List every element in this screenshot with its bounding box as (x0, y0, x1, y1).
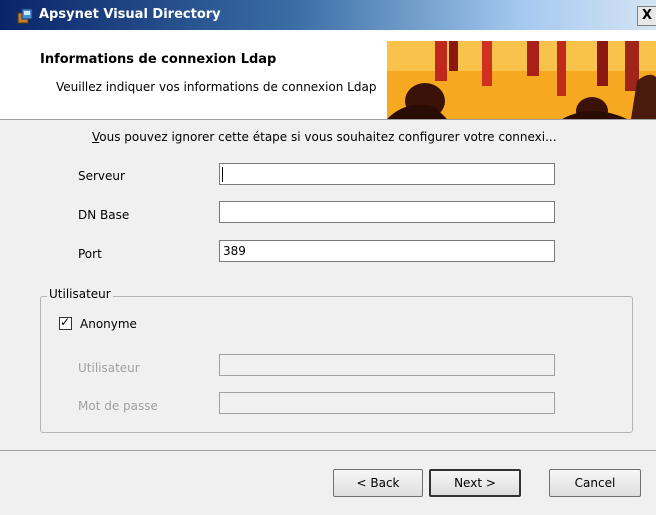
banner-image (387, 41, 656, 119)
server-label: Serveur (78, 169, 125, 183)
next-button[interactable]: Next > (429, 469, 521, 497)
base-dn-label: DN Base (78, 208, 130, 222)
checkmark-icon: ✓ (60, 315, 71, 329)
server-input[interactable] (219, 163, 555, 185)
base-dn-input[interactable] (219, 201, 555, 223)
info-text: Vous pouvez ignorer cette étape si vous … (92, 130, 557, 144)
password-label: Mot de passe (78, 399, 158, 413)
window-title: Apsynet Visual Directory (39, 7, 221, 22)
user-group-legend: Utilisateur (47, 287, 113, 301)
close-button[interactable]: X (637, 6, 656, 26)
username-label: Utilisateur (78, 361, 140, 375)
text-caret (222, 167, 223, 182)
installer-icon (17, 8, 33, 24)
port-input[interactable] (219, 240, 555, 262)
password-input[interactable] (219, 392, 555, 414)
info-text-rest: ous pouvez ignorer cette étape si vous s… (99, 130, 557, 144)
cancel-button[interactable]: Cancel (549, 469, 641, 497)
port-label: Port (78, 247, 102, 261)
wizard-header: Informations de connexion Ldap Veuillez … (0, 30, 656, 120)
wizard-footer: < Back Next > Cancel (0, 450, 656, 515)
wizard-body: Vous pouvez ignorer cette étape si vous … (0, 120, 656, 450)
page-title: Informations de connexion Ldap (40, 52, 277, 67)
page-subtitle: Veuillez indiquer vos informations de co… (56, 80, 377, 94)
anonymous-checkbox[interactable]: ✓ (59, 315, 72, 330)
back-button[interactable]: < Back (333, 469, 423, 497)
anonymous-label[interactable]: Anonyme (80, 317, 137, 331)
title-bar: Apsynet Visual Directory X (0, 0, 656, 30)
username-input[interactable] (219, 354, 555, 376)
